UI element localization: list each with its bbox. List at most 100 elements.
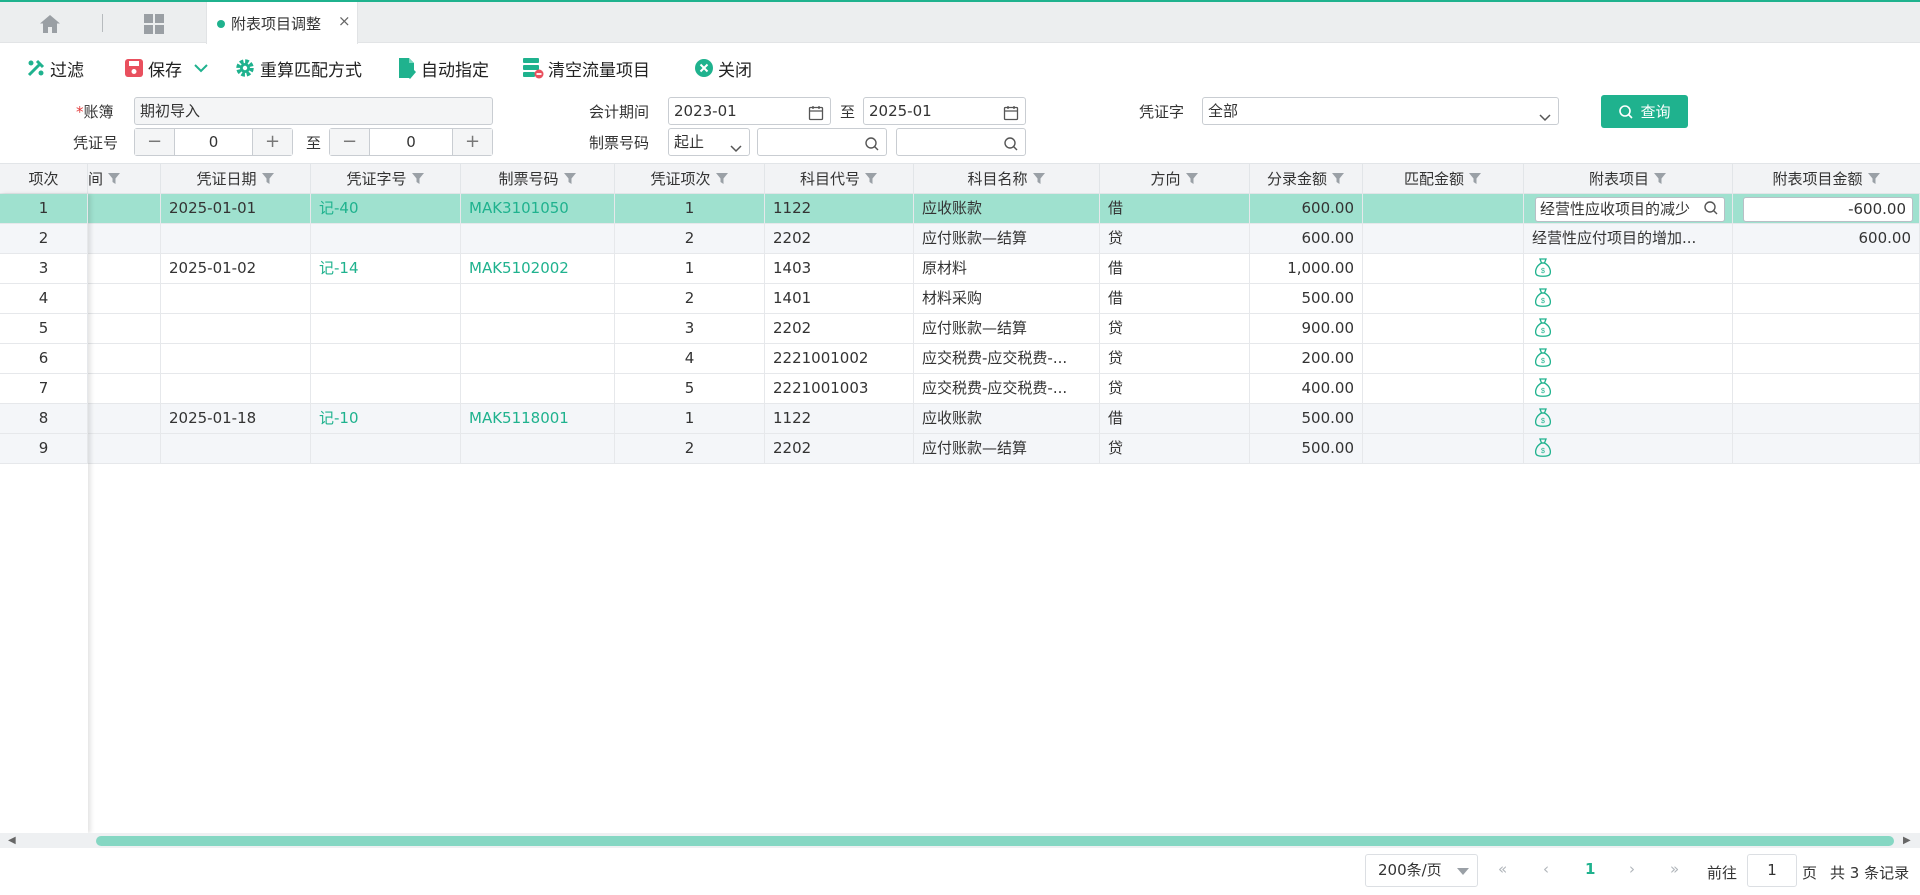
col-amount[interactable]: 分录金额	[1250, 164, 1363, 194]
query-button[interactable]: 查询	[1601, 95, 1688, 128]
col-attach-amount[interactable]: 附表项目金额	[1733, 164, 1920, 194]
scroll-left-arrow-icon[interactable]: ◀	[8, 835, 16, 846]
money-bag-icon[interactable]: $	[1534, 347, 1552, 373]
save-icon	[125, 59, 143, 77]
cell-period	[88, 404, 161, 433]
attach-amount-input[interactable]: -600.00	[1743, 197, 1913, 222]
table-row[interactable]: 9 2 2202 应付账款—结算贷 500.00 $	[0, 434, 1920, 464]
table-row[interactable]: 3 2025-01-02 记-14 MAK5102002 1 1403 原材料借 1,000.…	[0, 254, 1920, 284]
decrement-button[interactable]: −	[135, 129, 175, 155]
col-voucher[interactable]: 凭证字号	[311, 164, 461, 194]
filter-button[interactable]: 过滤	[26, 55, 84, 81]
cell-ticket[interactable]	[461, 344, 615, 373]
money-bag-icon[interactable]: $	[1534, 317, 1552, 343]
recalc-match-button[interactable]: 重算匹配方式	[234, 55, 362, 81]
tab-close-icon[interactable]: ×	[338, 12, 351, 30]
cell-match	[1363, 404, 1524, 433]
cell-name: 应交税费-应交税费-...	[914, 344, 1100, 373]
required-mark: *	[76, 103, 84, 121]
table-row[interactable]: 1 2025-01-01 记-40 MAK3101050 1 1122 应收账款借 600.0…	[0, 194, 1920, 224]
chevron-down-icon[interactable]	[192, 62, 210, 74]
table-row[interactable]: 7 5 2221001003 应交税费-应交税费-... 贷 400.00 $	[0, 374, 1920, 404]
money-bag-icon[interactable]: $	[1534, 377, 1552, 403]
cell-dir: 借	[1100, 404, 1250, 433]
ticket-mode-select[interactable]: 起止	[668, 128, 750, 156]
last-page-icon[interactable]: »	[1670, 860, 1679, 878]
col-item[interactable]: 凭证项次	[615, 164, 765, 194]
prev-page-icon[interactable]: ‹	[1543, 860, 1549, 878]
col-code[interactable]: 科目代号	[765, 164, 914, 194]
voucher-no-to-stepper[interactable]: − 0 +	[329, 128, 493, 156]
cell-ticket[interactable]: MAK5102002	[461, 254, 615, 283]
calendar-icon[interactable]	[1003, 103, 1019, 124]
cell-voucher[interactable]	[311, 374, 461, 403]
save-button[interactable]: 保存	[124, 55, 214, 81]
goto-page-input[interactable]: 1	[1747, 854, 1797, 887]
col-period[interactable]: 间	[88, 164, 161, 194]
period-to-input[interactable]: 2025-01	[863, 97, 1026, 125]
cell-attach_amount	[1733, 284, 1920, 313]
increment-button[interactable]: +	[452, 129, 492, 155]
table-row[interactable]: 5 3 2202 应付账款—结算贷 900.00 $	[0, 314, 1920, 344]
cell-ticket[interactable]	[461, 284, 615, 313]
table-row[interactable]: 2 2 2202 应付账款—结算贷 600.00 经营性应付项目的增加... 600.00	[0, 224, 1920, 254]
cell-voucher[interactable]	[311, 284, 461, 313]
search-icon[interactable]	[1003, 134, 1019, 155]
search-icon[interactable]	[1700, 198, 1722, 221]
voucher-type-select[interactable]: 全部	[1202, 97, 1559, 125]
apps-grid-icon[interactable]	[143, 13, 165, 35]
decrement-button[interactable]: −	[330, 129, 370, 155]
cell-ticket[interactable]: MAK3101050	[461, 194, 615, 223]
clear-flow-button[interactable]: 清空流量项目	[522, 55, 650, 81]
ticket-no-label: 制票号码	[589, 134, 650, 152]
current-page[interactable]: 1	[1585, 860, 1595, 878]
ledger-input[interactable]: 期初导入	[134, 97, 493, 125]
cell-ticket[interactable]	[461, 374, 615, 403]
ticket-no-to-input[interactable]	[896, 128, 1026, 156]
auto-assign-button[interactable]: 自动指定	[397, 55, 489, 81]
horizontal-scrollbar[interactable]: ◀ ▶	[0, 833, 1920, 848]
cell-voucher[interactable]: 记-40	[311, 194, 461, 223]
close-button[interactable]: 关闭	[694, 55, 752, 81]
cell-voucher[interactable]: 记-10	[311, 404, 461, 433]
money-bag-icon[interactable]: $	[1534, 437, 1552, 463]
home-icon[interactable]	[39, 14, 63, 34]
cell-ticket[interactable]: MAK5118001	[461, 404, 615, 433]
scroll-right-arrow-icon[interactable]: ▶	[1903, 835, 1911, 846]
col-attach[interactable]: 附表项目	[1524, 164, 1733, 194]
ticket-no-from-input[interactable]	[757, 128, 887, 156]
calendar-icon[interactable]	[808, 103, 824, 124]
page-size-select[interactable]: 200条/页	[1365, 854, 1478, 887]
table-row[interactable]: 4 2 1401 材料采购借 500.00 $	[0, 284, 1920, 314]
cell-ticket[interactable]	[461, 224, 615, 253]
cell-code: 2221001002	[765, 344, 914, 373]
search-icon[interactable]	[864, 134, 880, 155]
scrollbar-thumb[interactable]	[96, 836, 1894, 846]
col-dir[interactable]: 方向	[1100, 164, 1250, 194]
svg-text:$: $	[1541, 358, 1545, 365]
voucher-no-from-stepper[interactable]: − 0 +	[134, 128, 293, 156]
money-bag-icon[interactable]: $	[1534, 407, 1552, 433]
cell-attach: $	[1524, 254, 1733, 283]
cell-voucher[interactable]	[311, 314, 461, 343]
attach-item-input[interactable]: 经营性应收项目的减少	[1535, 197, 1725, 222]
next-page-icon[interactable]: ›	[1629, 860, 1635, 878]
money-bag-icon[interactable]: $	[1534, 257, 1552, 283]
money-bag-icon[interactable]: $	[1534, 287, 1552, 313]
cell-voucher[interactable]	[311, 434, 461, 463]
table-row[interactable]: 8 2025-01-18 记-10 MAK5118001 1 1122 应收账款借 500.0…	[0, 404, 1920, 434]
cell-voucher[interactable]: 记-14	[311, 254, 461, 283]
cell-ticket[interactable]	[461, 434, 615, 463]
cell-voucher[interactable]	[311, 224, 461, 253]
cell-voucher[interactable]	[311, 344, 461, 373]
period-from-input[interactable]: 2023-01	[668, 97, 831, 125]
tab-attach-adjust[interactable]: 附表项目调整 ×	[206, 2, 358, 44]
col-ticket[interactable]: 制票号码	[461, 164, 615, 194]
col-name[interactable]: 科目名称	[914, 164, 1100, 194]
first-page-icon[interactable]: «	[1498, 860, 1507, 878]
col-match[interactable]: 匹配金额	[1363, 164, 1524, 194]
table-row[interactable]: 6 4 2221001002 应交税费-应交税费-... 贷 200.00 $	[0, 344, 1920, 374]
cell-ticket[interactable]	[461, 314, 615, 343]
col-date[interactable]: 凭证日期	[161, 164, 311, 194]
increment-button[interactable]: +	[252, 129, 292, 155]
